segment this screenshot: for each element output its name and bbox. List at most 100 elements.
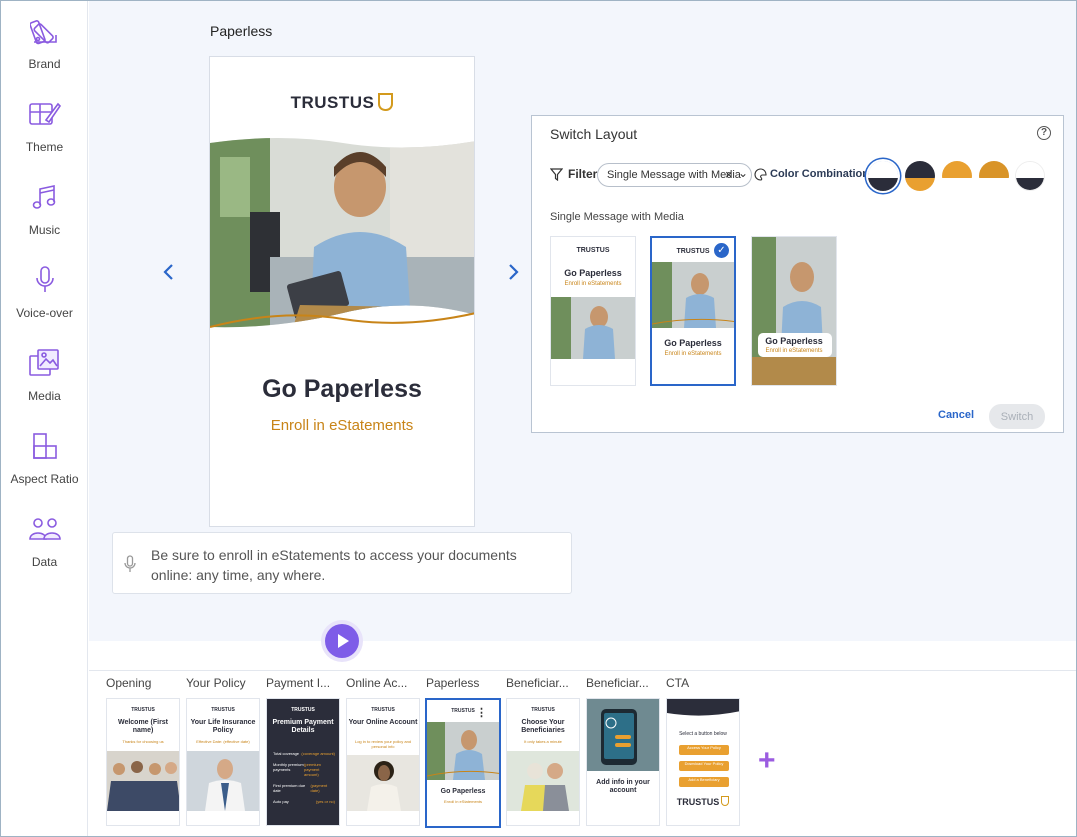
scene-thumbnail: TRUSTUS Your Life Insurance Policy Effec… <box>186 698 260 826</box>
sidebar-item-label: Theme <box>25 140 64 154</box>
microphone-icon <box>35 266 54 292</box>
thumb-brand: TRUSTUS <box>211 707 235 713</box>
scene-thumbnail: Select a button below Access Your Policy… <box>666 698 740 826</box>
layout-option-text-top[interactable]: TRUSTUS Go Paperless Enroll in eStatemen… <box>550 236 636 386</box>
layout-photo <box>752 237 836 385</box>
shield-logo-icon <box>721 796 730 806</box>
cta-thumb-button: Download Your Policy <box>679 761 729 771</box>
thumb-phone-photo <box>587 699 659 771</box>
sidebar-item-label: Aspect Ratio <box>10 472 79 486</box>
timeline-scene-your-policy[interactable]: Your Policy TRUSTUS Your Life Insurance … <box>186 676 262 826</box>
palette-icon <box>754 168 767 181</box>
thumb-subtext: Effective Date: (effective date) <box>196 739 250 744</box>
scene-preview[interactable]: TRUSTUS Go Paperless Enroll in eStatemen… <box>209 56 475 527</box>
scene-thumbnail: TRUSTUS Welcome (First name) Thanks for … <box>106 698 180 826</box>
thumb-headline: Premium Payment Details <box>272 719 334 734</box>
layout-photo <box>551 297 635 359</box>
scene-name: Online Ac... <box>346 676 408 690</box>
thumb-headline: Select a button below <box>679 731 727 737</box>
layout-option-media-top[interactable]: TRUSTUS ✓ Go Paperless Enroll in eStatem… <box>650 236 736 386</box>
scene-name: CTA <box>666 676 690 690</box>
sidebar-item-label: Brand <box>28 57 61 71</box>
cancel-button[interactable]: Cancel <box>938 409 974 421</box>
color-swatch-navy-gold[interactable] <box>905 161 935 191</box>
payment-row: Auto pay (yes or no) <box>273 799 335 804</box>
timeline-scene-beneficiaries[interactable]: Beneficiar... TRUSTUS Choose Your Benefi… <box>506 676 582 826</box>
payment-row-label: Monthly premium payments <box>273 762 304 772</box>
payment-row-value: (premium payment amount) <box>304 762 321 777</box>
layout-subtext: Enroll in eStatements <box>564 281 622 287</box>
help-icon[interactable]: ? <box>1037 126 1051 140</box>
timeline-scene-payment-info[interactable]: Payment I... TRUSTUS Premium Payment Det… <box>266 676 342 826</box>
thumb-brand: TRUSTUS <box>131 707 155 713</box>
timeline-scene-paperless[interactable]: Paperless TRUSTUS ⋮ Go Paperless Enroll … <box>425 676 502 828</box>
thumb-brand: TRUSTUS <box>371 707 395 713</box>
scene-name: Beneficiar... <box>586 676 649 690</box>
filter-chip[interactable]: Single Message with Media × ⌄ <box>597 163 752 187</box>
preview-subtext: Enroll in eStatements <box>270 417 414 434</box>
thumb-photo <box>187 751 259 811</box>
scene-thumbnail: TRUSTUS Choose Your Beneficiaries It onl… <box>506 698 580 826</box>
layout-headline: Go Paperless <box>664 338 722 348</box>
sidebar-item-label: Media <box>28 389 61 403</box>
cta-thumb-button: Add a Beneficiary <box>679 777 729 787</box>
voiceover-text: Be sure to enroll in eStatements to acce… <box>151 547 517 583</box>
sidebar-item-data[interactable]: Data <box>1 499 88 579</box>
timeline-scene-beneficiaries-2[interactable]: Beneficiar... Add info in your account <box>586 676 662 826</box>
thumb-brand: TRUSTUS <box>451 708 475 714</box>
palette-icon <box>29 20 57 45</box>
chevron-left-icon <box>163 264 173 280</box>
sidebar-item-aspect-ratio[interactable]: Aspect Ratio <box>1 416 88 496</box>
sidebar-item-music[interactable]: Music <box>1 167 88 247</box>
thumb-photo <box>107 751 179 811</box>
color-swatch-white-navy[interactable] <box>868 161 898 191</box>
timeline-scene-online-account[interactable]: Online Ac... TRUSTUS Your Online Account… <box>346 676 422 826</box>
switch-button[interactable]: Switch <box>989 404 1045 429</box>
scene-name: Beneficiar... <box>506 676 569 690</box>
payment-row-value: (coverage amount) <box>301 751 335 756</box>
aspect-ratio-icon <box>32 433 57 459</box>
thumb-brand: TRUSTUS <box>531 707 555 713</box>
timeline-scene-cta[interactable]: CTA Select a button below Access Your Po… <box>666 676 742 826</box>
media-images-icon <box>28 349 59 376</box>
play-button[interactable] <box>325 624 359 658</box>
preview-headline: Go Paperless <box>262 375 422 403</box>
chevron-down-icon[interactable]: ⌄ <box>738 166 748 180</box>
payment-row-label: Auto pay <box>273 799 289 804</box>
thumb-photo <box>427 722 499 780</box>
thumb-subtext: Log in to review your policy and persona… <box>354 739 412 749</box>
sidebar-item-media[interactable]: Media <box>1 333 88 413</box>
play-icon <box>338 634 349 648</box>
layout-brand: TRUSTUS <box>576 247 610 254</box>
payment-row: First premium due date (payment date) <box>273 783 335 793</box>
previous-scene-button[interactable] <box>162 261 174 287</box>
color-swatch-orange-white[interactable] <box>979 161 1009 191</box>
filter-chip-label: Single Message with Media <box>607 169 741 181</box>
users-data-icon <box>28 518 61 540</box>
color-swatch-white-navy-alt[interactable] <box>1015 161 1045 191</box>
timeline-scene-opening[interactable]: Opening TRUSTUS Welcome (First name) Tha… <box>106 676 182 826</box>
payment-row-value: (yes or no) <box>315 799 335 804</box>
thumb-headline: Welcome (First name) <box>117 719 169 734</box>
more-options-icon[interactable]: ⋮ <box>476 706 487 719</box>
sidebar-item-theme[interactable]: Theme <box>1 84 88 164</box>
music-note-icon <box>32 185 55 209</box>
switch-layout-panel: Switch Layout ? Filter Single Message wi… <box>531 115 1064 433</box>
clear-filter-icon[interactable]: × <box>725 167 733 182</box>
chevron-right-icon <box>509 264 519 280</box>
voiceover-script-box[interactable]: Be sure to enroll in eStatements to acce… <box>112 532 572 594</box>
next-scene-button[interactable] <box>508 261 520 287</box>
sidebar-item-brand[interactable]: Brand <box>1 1 88 81</box>
add-scene-button[interactable]: + <box>758 744 776 778</box>
sidebar-item-voiceover[interactable]: Voice-over <box>1 250 88 330</box>
thumb-headline: Add info in your account <box>596 779 650 794</box>
layout-headline: Go Paperless <box>765 336 823 346</box>
payment-row-label: Total coverage <box>273 751 300 756</box>
thumb-photo <box>507 751 579 811</box>
layout-option-full-media[interactable]: Go Paperless Enroll in eStatements <box>751 236 837 386</box>
theme-brush-icon <box>28 102 61 125</box>
scene-name: Paperless <box>426 676 480 690</box>
filter-icon <box>550 168 563 181</box>
color-swatch-gold-white[interactable] <box>942 161 972 191</box>
layout-section-label: Single Message with Media <box>550 211 684 223</box>
